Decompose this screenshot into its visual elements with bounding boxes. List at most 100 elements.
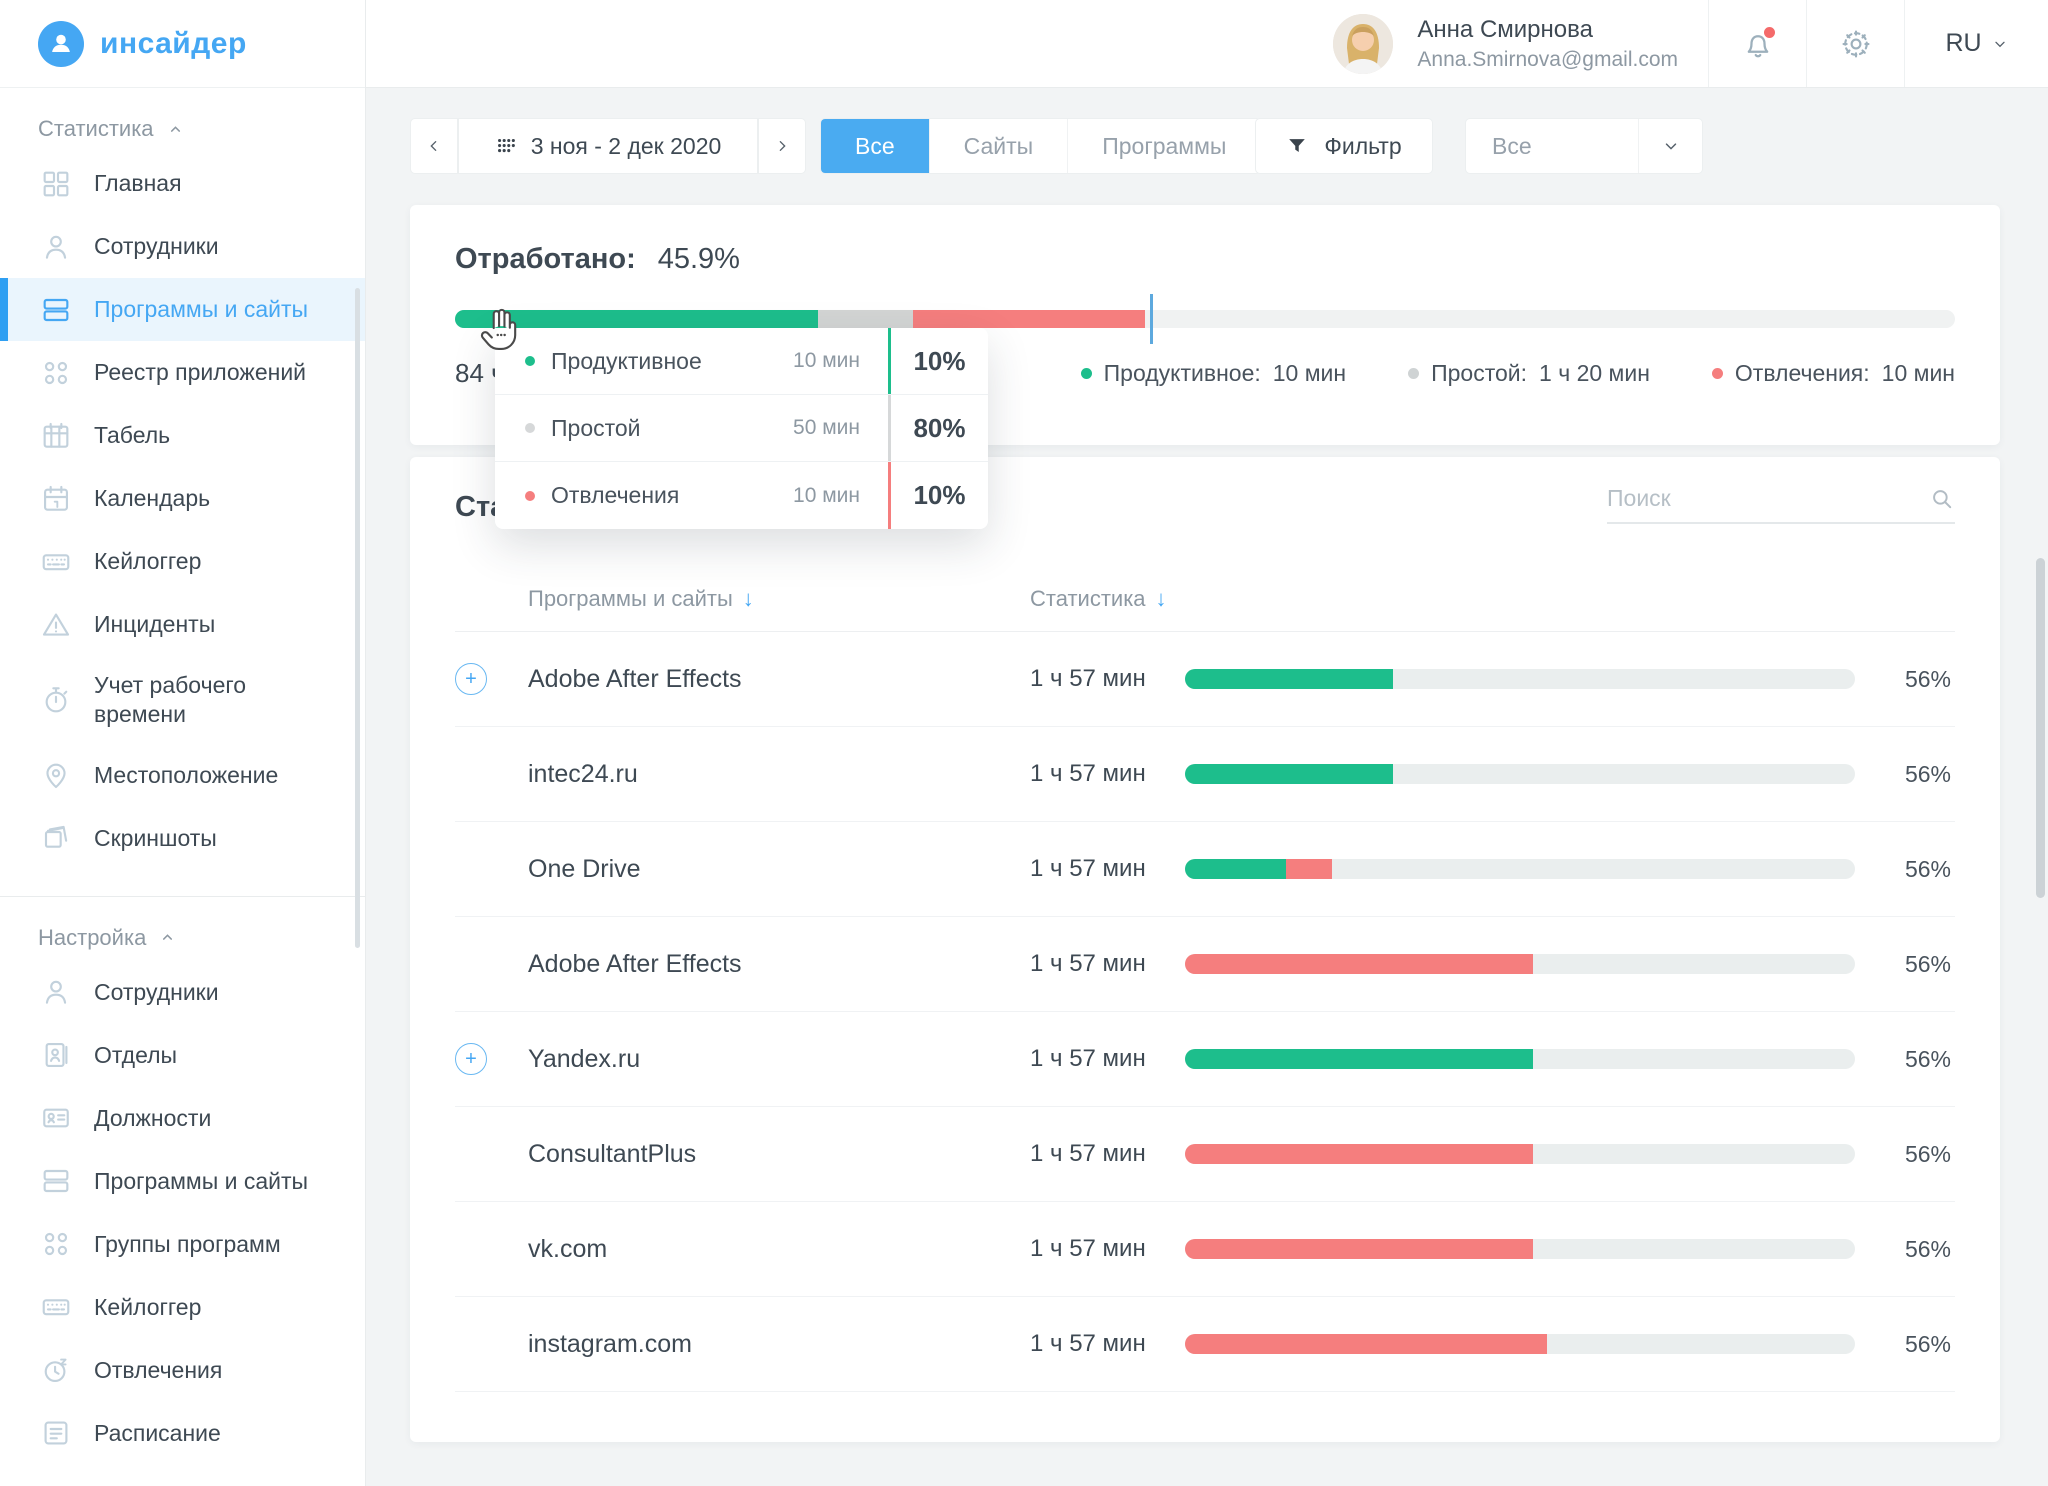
sidebar-section-header[interactable]: Статистика <box>0 116 365 152</box>
tab-программы[interactable]: Программы <box>1067 119 1260 173</box>
clock-z-icon <box>40 1354 72 1386</box>
toolbar: 3 ноя - 2 дек 2020 ВсеСайтыПрограммы Фил… <box>410 118 2000 174</box>
table-body: +Adobe After Effects1 ч 57 мин56%intec24… <box>455 632 1955 1392</box>
settings-button[interactable] <box>1806 0 1904 87</box>
row-name: instagram.com <box>528 1330 1030 1359</box>
sidebar-item-badge[interactable]: Должности <box>0 1087 365 1150</box>
progress-segment <box>818 310 913 328</box>
gear-icon <box>1839 27 1873 61</box>
sidebar-item-apps[interactable]: Группы программ <box>0 1213 365 1276</box>
tooltip-value: 10 мин <box>793 484 888 508</box>
table-row[interactable]: intec24.ru1 ч 57 мин56% <box>455 727 1955 822</box>
scope-select-caret[interactable] <box>1638 119 1702 173</box>
search-input[interactable] <box>1607 485 1929 512</box>
chevron-up-icon <box>160 930 175 945</box>
sidebar-item-schedule[interactable]: Расписание <box>0 1402 365 1465</box>
sidebar-item-windows[interactable]: Программы и сайты <box>0 1150 365 1213</box>
sidebar-item-user[interactable]: Сотрудники <box>0 961 365 1024</box>
worked-progress-bar[interactable] <box>455 310 1955 328</box>
sidebar-item-label: Отвлечения <box>94 1356 222 1385</box>
sidebar-item-dashboard[interactable]: Главная <box>0 152 365 215</box>
row-bar-segment <box>1185 859 1286 879</box>
progress-marker[interactable] <box>1150 294 1153 344</box>
date-prev-button[interactable] <box>410 118 458 174</box>
row-percent: 56% <box>1855 1141 1955 1168</box>
sidebar-item-label: Главная <box>94 169 182 198</box>
user-profile[interactable]: Анна Смирнова Anna.Smirnova@gmail.com <box>1333 0 1708 87</box>
tooltip-dot <box>525 423 535 433</box>
sidebar-section: Настройка СотрудникиОтделыДолжностиПрогра… <box>0 897 365 1465</box>
tooltip-dot <box>525 356 535 366</box>
sidebar-item-apps[interactable]: Реестр приложений <box>0 341 365 404</box>
sidebar-item-windows-active[interactable]: Программы и сайты <box>0 278 365 341</box>
user-name: Анна Смирнова <box>1417 16 1678 44</box>
windows-icon <box>40 294 72 326</box>
sidebar-item-warning[interactable]: Инциденты <box>0 593 365 656</box>
language-value: RU <box>1945 29 1981 58</box>
row-time: 1 ч 57 мин <box>1030 1140 1185 1168</box>
row-percent: 56% <box>1855 1236 1955 1263</box>
table-row[interactable]: +Adobe After Effects1 ч 57 мин56% <box>455 632 1955 727</box>
grid-calendar-icon <box>40 420 72 452</box>
worked-label: Отработано: <box>455 243 636 276</box>
search-icon[interactable] <box>1929 486 1955 512</box>
tab-сайты[interactable]: Сайты <box>929 119 1068 173</box>
tab-все[interactable]: Все <box>821 119 929 173</box>
user-icon <box>40 231 72 263</box>
tooltip-percent: 10% <box>888 462 988 529</box>
table-row[interactable]: instagram.com1 ч 57 мин56% <box>455 1297 1955 1392</box>
legend: Продуктивное:10 минПростой:1 ч 20 минОтв… <box>1081 360 1955 387</box>
sidebar-item-user[interactable]: Сотрудники <box>0 215 365 278</box>
user-email: Anna.Smirnova@gmail.com <box>1417 48 1678 72</box>
sidebar-section-header[interactable]: Настройка <box>0 925 365 961</box>
sidebar-scrollbar[interactable] <box>355 288 360 948</box>
sidebar-item-dept[interactable]: Отделы <box>0 1024 365 1087</box>
sidebar-item-label: Скриншоты <box>94 824 217 853</box>
sidebar-item-stopwatch[interactable]: Учет рабочего времени <box>0 656 365 744</box>
sidebar-item-keyboard[interactable]: Кейлоггер <box>0 1276 365 1339</box>
language-switcher[interactable]: RU <box>1904 0 2048 87</box>
row-bar-segment <box>1185 1239 1533 1259</box>
notifications-button[interactable] <box>1708 0 1806 87</box>
date-next-button[interactable] <box>758 118 806 174</box>
filter-button[interactable]: Фильтр <box>1255 118 1433 174</box>
row-percent: 56% <box>1855 666 1955 693</box>
brand-logo-icon <box>38 21 84 67</box>
sidebar-item-clock-z[interactable]: Отвлечения <box>0 1339 365 1402</box>
row-name: Adobe After Effects <box>528 950 1030 979</box>
column-header-statistics[interactable]: Статистика ↓ <box>1030 586 1185 612</box>
logo[interactable]: инсайдер <box>0 0 365 88</box>
apps-icon <box>40 357 72 389</box>
sidebar-item-screens[interactable]: Скриншоты <box>0 807 365 870</box>
tooltip-row: Отвлечения10 мин10% <box>495 462 988 529</box>
search-field <box>1607 485 1955 524</box>
scope-select-value: Все <box>1466 133 1638 160</box>
sidebar-item-calendar[interactable]: Календарь <box>0 467 365 530</box>
bell-icon <box>1741 27 1775 61</box>
sidebar-section-label: Настройка <box>38 925 146 951</box>
table-row[interactable]: Adobe After Effects1 ч 57 мин56% <box>455 917 1955 1012</box>
date-range-picker[interactable]: 3 ноя - 2 дек 2020 <box>458 118 758 174</box>
page-scrollbar[interactable] <box>2036 558 2045 898</box>
expand-row-button[interactable]: + <box>455 1043 487 1075</box>
row-percent: 56% <box>1855 951 1955 978</box>
table-row[interactable]: ConsultantPlus1 ч 57 мин56% <box>455 1107 1955 1202</box>
expand-row-button[interactable]: + <box>455 663 487 695</box>
table-row[interactable]: vk.com1 ч 57 мин56% <box>455 1202 1955 1297</box>
scope-select[interactable]: Все <box>1465 118 1703 174</box>
tooltip-value: 50 мин <box>793 416 888 440</box>
row-percent: 56% <box>1855 1046 1955 1073</box>
sidebar-item-keyboard[interactable]: Кейлоггер <box>0 530 365 593</box>
calendar-dots-icon <box>495 135 517 157</box>
column-header-programs[interactable]: Программы и сайты ↓ <box>528 586 1030 612</box>
date-range-value: 3 ноя - 2 дек 2020 <box>531 133 722 160</box>
cursor-hand-icon <box>478 304 524 356</box>
row-bar <box>1185 669 1855 689</box>
table-row[interactable]: +Yandex.ru1 ч 57 мин56% <box>455 1012 1955 1107</box>
row-name: Adobe After Effects <box>528 665 1030 694</box>
table-row[interactable]: One Drive1 ч 57 мин56% <box>455 822 1955 917</box>
sidebar-item-pin[interactable]: Местоположение <box>0 744 365 807</box>
scope-tabs: ВсеСайтыПрограммы <box>820 118 1261 174</box>
sidebar-item-grid-calendar[interactable]: Табель <box>0 404 365 467</box>
sidebar-item-label: Реестр приложений <box>94 358 306 387</box>
